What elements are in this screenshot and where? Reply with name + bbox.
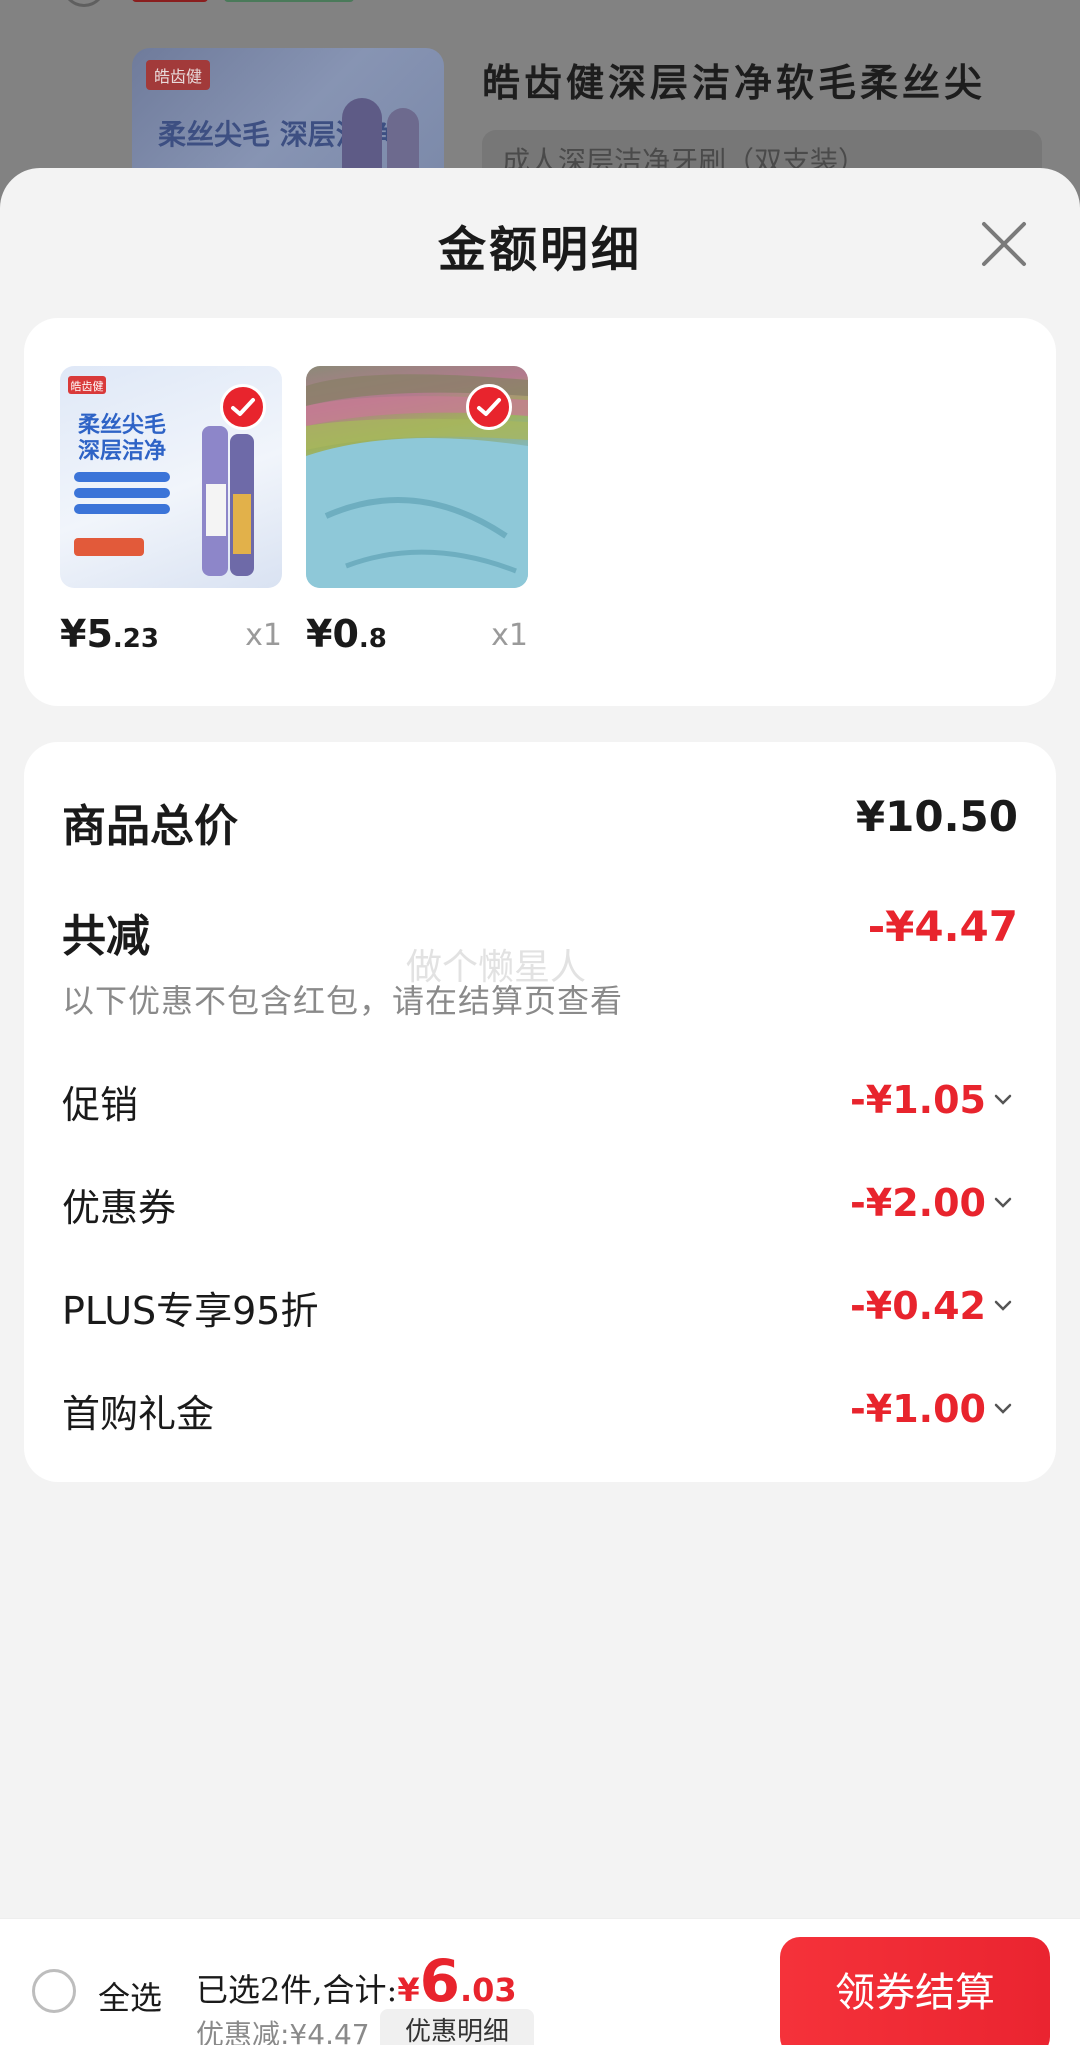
bg-radio [62, 0, 106, 7]
chevron-down-icon [994, 1403, 1012, 1414]
checkout-bar: 全选 已选2件,合计:¥6.03 优惠减:¥4.47 优惠明细 领券结算 [0, 1918, 1080, 2045]
checkout-button[interactable]: 领券结算 [780, 1937, 1050, 2045]
summary-text: 已选2件,合计: [196, 1971, 398, 2009]
checked-icon[interactable] [466, 384, 512, 430]
goods-item-toothbrush[interactable]: 皓齿健 柔丝尖毛 深层洁净 ¥5.23 x1 [60, 366, 282, 656]
total-dec: .03 [459, 1971, 517, 2009]
discount-detail-button[interactable]: 优惠明细 [380, 2009, 534, 2045]
towel-image [306, 366, 528, 588]
discount-summary: 优惠减:¥4.47 [196, 2018, 370, 2045]
discount-label: 首购礼金 [62, 1392, 215, 1436]
discount-row-coupon[interactable]: 优惠券 -¥2.00 [24, 1177, 1056, 1237]
goods-quantity: x1 [491, 618, 528, 653]
discount-row-first-purchase[interactable]: 首购礼金 -¥1.00 [24, 1383, 1056, 1443]
bg-product-title: 皓齿健深层洁净软毛柔丝尖 [482, 60, 987, 105]
goods-quantity: x1 [245, 618, 282, 653]
total-int: 6 [419, 1947, 460, 2015]
goods-price: ¥5.23 [60, 612, 159, 656]
total-reduce-label: 共减 [62, 911, 150, 962]
goods-price: ¥0.8 [306, 612, 387, 656]
select-all-label[interactable]: 全选 [98, 1973, 162, 2019]
total-price-label: 商品总价 [62, 801, 238, 852]
discount-label: PLUS专享95折 [62, 1289, 319, 1333]
bg-brand-logo: 皓齿健 [146, 60, 211, 90]
price-detail-card: 商品总价 ¥10.50 共减 -¥4.47 做个懒星人 以下优惠不包含红包，请在… [24, 742, 1056, 1482]
bg-tag [224, 0, 354, 2]
select-all-radio[interactable] [32, 1969, 76, 2013]
total-reduce-value: -¥4.47 [867, 902, 1018, 951]
amount-detail-sheet: 金额明细 皓齿健 柔丝尖毛 深层洁净 ¥5.23 x1 ¥0.8 x1 商品总价… [0, 168, 1080, 2045]
svg-text:皓齿健: 皓齿健 [71, 380, 104, 393]
selected-goods-card: 皓齿健 柔丝尖毛 深层洁净 ¥5.23 x1 ¥0.8 x1 [24, 318, 1056, 706]
discount-row-plus[interactable]: PLUS专享95折 -¥0.42 [24, 1280, 1056, 1340]
discount-value: -¥1.05 [850, 1078, 986, 1122]
checked-icon[interactable] [220, 384, 266, 430]
discount-value: -¥2.00 [850, 1181, 986, 1225]
chevron-down-icon [994, 1094, 1012, 1105]
total-price-value: ¥10.50 [855, 792, 1018, 841]
discount-value: -¥0.42 [850, 1284, 986, 1328]
discount-label: 优惠券 [62, 1186, 177, 1230]
total-symbol: ¥ [397, 1971, 420, 2009]
discount-row-promotion[interactable]: 促销 -¥1.05 [24, 1074, 1056, 1134]
toothbrush-image: 皓齿健 柔丝尖毛 深层洁净 [60, 366, 282, 588]
goods-item-towel[interactable]: ¥0.8 x1 [306, 366, 528, 656]
discount-note: 以下优惠不包含红包，请在结算页查看 [62, 982, 624, 1020]
discount-label: 促销 [62, 1083, 139, 1127]
bg-tag [132, 0, 208, 2]
svg-text:柔丝尖毛: 柔丝尖毛 [78, 412, 166, 438]
sheet-title: 金额明细 [437, 222, 642, 278]
close-icon[interactable] [978, 218, 1030, 270]
chevron-down-icon [994, 1300, 1012, 1311]
svg-text:深层洁净: 深层洁净 [78, 438, 166, 464]
discount-value: -¥1.00 [850, 1387, 986, 1431]
order-summary: 已选2件,合计:¥6.03 [196, 1947, 517, 2015]
chevron-down-icon [994, 1197, 1012, 1208]
